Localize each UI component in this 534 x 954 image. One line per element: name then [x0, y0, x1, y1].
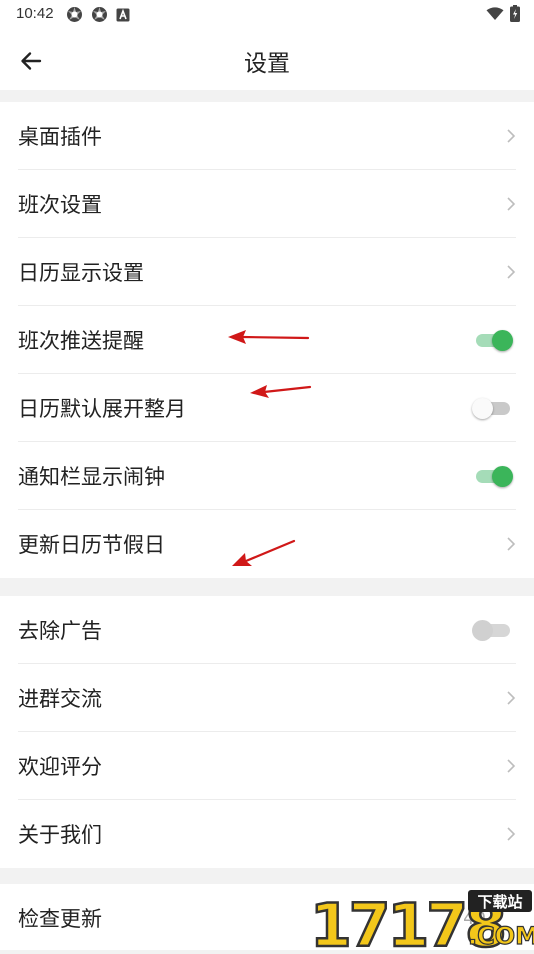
app-bar: 设置 — [0, 30, 534, 90]
setting-label: 日历显示设置 — [18, 261, 144, 285]
setting-label: 桌面插件 — [18, 125, 102, 149]
setting-row-shift-settings[interactable]: 班次设置 — [0, 170, 534, 238]
app-notification-icon — [67, 7, 82, 22]
chevron-right-icon — [507, 537, 516, 551]
status-bar: 10:42 — [0, 0, 534, 30]
battery-charging-icon — [510, 5, 520, 22]
status-system-icons — [486, 5, 520, 22]
setting-row-notification-alarm: 通知栏显示闹钟 — [0, 442, 534, 510]
page-title: 设置 — [244, 51, 290, 77]
setting-row-join-group[interactable]: 进群交流 — [0, 664, 534, 732]
a-badge-icon — [116, 8, 130, 21]
watermark-badge: 下载站 — [477, 893, 522, 911]
setting-label: 关于我们 — [18, 823, 102, 847]
setting-label: 班次设置 — [18, 193, 102, 217]
toggle-knob — [492, 466, 513, 487]
toggle-knob — [472, 620, 493, 641]
chevron-right-icon — [507, 691, 516, 705]
notification-alarm-toggle[interactable] — [474, 466, 513, 487]
setting-label: 欢迎评分 — [18, 755, 102, 779]
watermark-suffix: .COM — [468, 922, 534, 950]
setting-label: 检查更新 — [18, 907, 102, 931]
setting-label: 进群交流 — [18, 687, 102, 711]
remove-ads-toggle[interactable] — [472, 620, 512, 641]
setting-row-rate-app[interactable]: 欢迎评分 — [0, 732, 534, 800]
status-time: 10:42 — [16, 5, 54, 22]
chevron-right-icon — [507, 827, 516, 841]
setting-label: 日历默认展开整月 — [18, 397, 186, 421]
setting-row-calendar-display[interactable]: 日历显示设置 — [0, 238, 534, 306]
status-notification-icons — [66, 6, 130, 23]
calendar-expand-month-toggle[interactable] — [472, 398, 512, 419]
setting-label: 通知栏显示闹钟 — [18, 465, 165, 489]
watermark-logo: 17178 下载站 .COM — [308, 886, 534, 954]
setting-row-remove-ads: 去除广告 — [0, 596, 534, 664]
wifi-icon — [486, 6, 504, 20]
setting-label: 班次推送提醒 — [18, 329, 144, 353]
chevron-right-icon — [507, 759, 516, 773]
annotation-arrow — [250, 385, 312, 398]
chevron-right-icon — [507, 265, 516, 279]
setting-label: 更新日历节假日 — [18, 533, 165, 557]
setting-row-desktop-widget[interactable]: 桌面插件 — [0, 102, 534, 170]
chevron-right-icon — [507, 129, 516, 143]
toggle-knob — [492, 330, 513, 351]
chevron-right-icon — [507, 197, 516, 211]
shift-push-reminder-toggle[interactable] — [474, 330, 513, 351]
setting-row-about-us[interactable]: 关于我们 — [0, 800, 534, 868]
setting-label: 去除广告 — [18, 619, 102, 643]
annotation-arrow — [228, 330, 310, 344]
toggle-knob — [472, 398, 493, 419]
settings-group-other: 去除广告 进群交流 欢迎评分 关于我们 — [0, 596, 534, 868]
app-notification-icon — [92, 7, 107, 22]
annotation-arrow — [232, 539, 296, 566]
